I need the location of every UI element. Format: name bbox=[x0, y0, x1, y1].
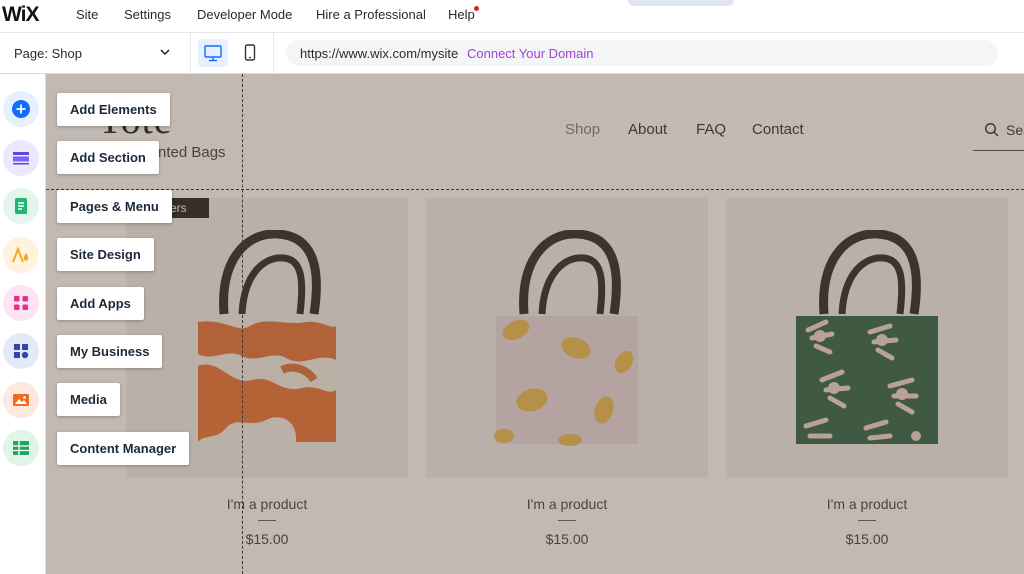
top-menu-bar: WiX Site Settings Developer Mode Hire a … bbox=[0, 0, 1024, 33]
search-icon[interactable] bbox=[984, 122, 1000, 138]
page-selector-label: Page: Shop bbox=[14, 46, 82, 61]
add-apps-label[interactable]: Add Apps bbox=[57, 287, 144, 320]
my-business-label[interactable]: My Business bbox=[57, 335, 163, 368]
add-elements-button[interactable] bbox=[3, 91, 39, 127]
connect-domain-link[interactable]: Connect Your Domain bbox=[467, 46, 593, 61]
product-card-3[interactable] bbox=[726, 198, 1008, 478]
notification-dot bbox=[474, 6, 479, 11]
desktop-view-button[interactable] bbox=[198, 39, 228, 67]
product-price-2: $15.00 bbox=[545, 531, 589, 547]
product-price-1: $15.00 bbox=[245, 531, 289, 547]
pages-menu-button[interactable] bbox=[3, 188, 39, 224]
product-divider-1 bbox=[258, 520, 276, 521]
site-canvas[interactable]: Tote nted Bags Shop About FAQ Contact Se… bbox=[46, 74, 1024, 574]
plus-circle-icon bbox=[12, 100, 30, 118]
media-button[interactable] bbox=[3, 382, 39, 418]
content-manager-label[interactable]: Content Manager bbox=[57, 432, 190, 465]
orange-bag-image bbox=[196, 230, 338, 444]
business-icon bbox=[14, 344, 29, 359]
editor-toolbar: Page: Shop https://www.wix.com/mysite Co… bbox=[0, 33, 1024, 74]
product-card-2[interactable] bbox=[426, 198, 708, 478]
site-subtitle[interactable]: nted Bags bbox=[158, 144, 226, 161]
site-nav-contact[interactable]: Contact bbox=[752, 121, 804, 138]
product-price-3: $15.00 bbox=[845, 531, 889, 547]
design-icon bbox=[12, 246, 29, 263]
add-apps-button[interactable] bbox=[3, 285, 39, 321]
table-icon bbox=[13, 441, 29, 455]
desktop-icon bbox=[204, 45, 222, 62]
pages-menu-label[interactable]: Pages & Menu bbox=[57, 190, 172, 223]
product-divider-2 bbox=[558, 520, 576, 521]
apps-grid-icon bbox=[14, 296, 28, 310]
site-nav-faq[interactable]: FAQ bbox=[696, 121, 726, 138]
menu-help[interactable]: Help bbox=[448, 7, 475, 22]
site-design-label[interactable]: Site Design bbox=[57, 238, 154, 271]
product-divider-3 bbox=[858, 520, 876, 521]
site-url-bar[interactable]: https://www.wix.com/mysite Connect Your … bbox=[286, 40, 998, 66]
page-selector[interactable]: Page: Shop bbox=[0, 33, 191, 73]
chevron-down-icon bbox=[160, 49, 170, 56]
add-elements-label[interactable]: Add Elements bbox=[57, 93, 170, 126]
site-nav-shop[interactable]: Shop bbox=[565, 121, 600, 138]
search-underline bbox=[973, 150, 1024, 151]
wix-logo[interactable]: WiX bbox=[2, 3, 39, 27]
site-url: https://www.wix.com/mysite bbox=[300, 46, 459, 61]
left-sidebar bbox=[0, 74, 46, 574]
add-section-label[interactable]: Add Section bbox=[57, 141, 159, 174]
section-icon bbox=[13, 152, 29, 165]
site-search-label[interactable]: Sea bbox=[1006, 122, 1024, 138]
menu-hire-professional[interactable]: Hire a Professional bbox=[316, 7, 426, 22]
page-icon bbox=[15, 198, 27, 214]
content-manager-button[interactable] bbox=[3, 430, 39, 466]
site-nav-about[interactable]: About bbox=[628, 121, 667, 138]
image-icon bbox=[13, 394, 29, 406]
lemon-bag-image bbox=[494, 230, 638, 446]
vertical-guide-line bbox=[242, 74, 243, 574]
product-name-1[interactable]: I'm a product bbox=[126, 496, 408, 512]
horizontal-guide-line bbox=[46, 189, 1024, 190]
green-hands-bag-image bbox=[796, 230, 938, 444]
toolbar-divider bbox=[273, 33, 274, 73]
mobile-view-button[interactable] bbox=[238, 39, 262, 67]
site-design-button[interactable] bbox=[3, 237, 39, 273]
product-name-3[interactable]: I'm a product bbox=[726, 496, 1008, 512]
menu-developer-mode[interactable]: Developer Mode bbox=[197, 7, 292, 22]
product-name-2[interactable]: I'm a product bbox=[426, 496, 708, 512]
add-section-button[interactable] bbox=[3, 140, 39, 176]
media-label[interactable]: Media bbox=[57, 383, 120, 416]
my-business-button[interactable] bbox=[3, 333, 39, 369]
top-center-tab[interactable] bbox=[628, 0, 734, 6]
mobile-icon bbox=[244, 44, 256, 61]
menu-settings[interactable]: Settings bbox=[124, 7, 171, 22]
menu-site[interactable]: Site bbox=[76, 7, 98, 22]
